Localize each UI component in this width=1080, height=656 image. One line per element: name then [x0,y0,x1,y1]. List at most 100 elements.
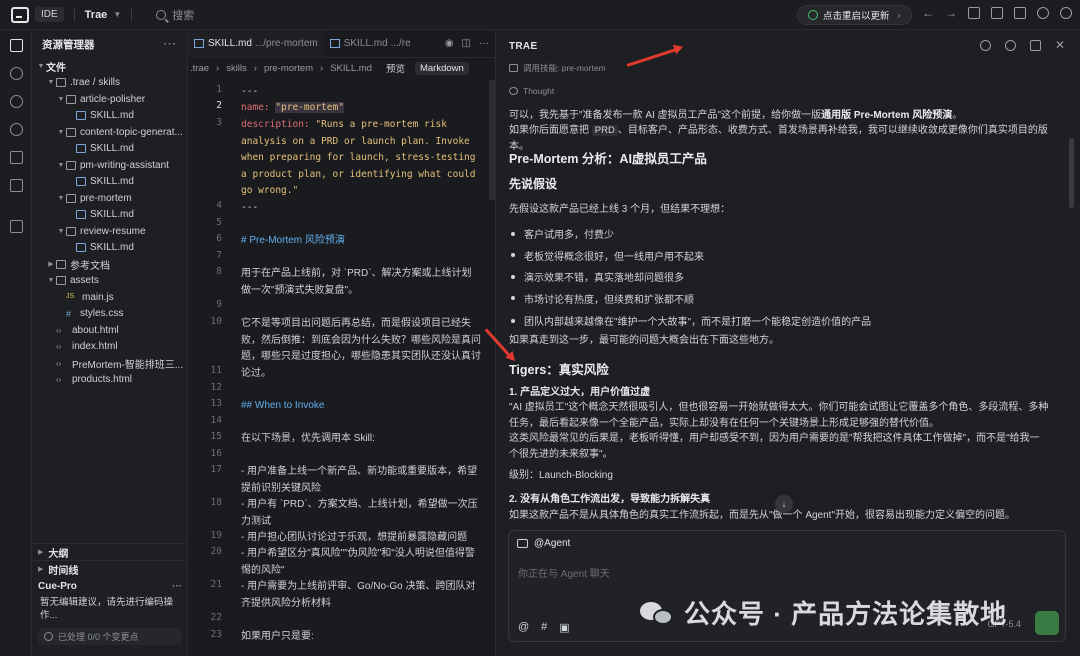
intro-paragraph: 可以，我先基于"准备发布一款 AI 虚拟员工产品"这个前提，给你做一版通用版 P… [509,108,1049,124]
skill-call-meta[interactable]: 调用技能: pre-mortem [509,62,606,74]
breadcrumb-item[interactable]: .trae [190,63,209,74]
status-circle-icon [44,632,53,641]
tab-actions: ◉ ◫ ··· [445,38,495,49]
tree-file[interactable]: SKILL.md [32,240,187,257]
tree-folder[interactable]: ▼ .trae / skills [32,75,187,92]
line-number: 10 [210,316,222,327]
extensions-grid-icon[interactable] [10,220,23,233]
tree-file[interactable]: SKILL.md [32,108,187,125]
mention-icon[interactable]: @ [518,621,529,634]
explorer-files-icon[interactable] [10,39,23,52]
text: 如果你后面愿意把 [509,125,592,136]
tree-item-label: index.html [72,341,118,353]
folder-icon [66,160,76,170]
tree-folder[interactable]: ▼ review-resume [32,223,187,240]
code-line: - 用户准备上线一个新产品、新功能或重要版本，希望提前识别关键风险 [241,466,478,494]
tree-file[interactable]: ‹› about.html [32,322,187,339]
chevron-right-icon: ▶ [38,549,44,556]
source-control-icon[interactable] [10,95,23,108]
breadcrumb-item[interactable]: skills [226,63,247,74]
settings-gear-icon[interactable] [1037,7,1049,19]
breadcrumb-item[interactable]: SKILL.md [330,63,372,74]
markdown-file-icon [76,243,86,253]
send-button[interactable] [1035,611,1059,635]
tree-file[interactable]: ‹› index.html [32,339,187,356]
bullet-item: 老板觉得概念很好，但一线用户用不起来 [511,248,704,263]
heading: 先说假设 [509,177,558,191]
timeline-section[interactable]: ▶ 时间线 [32,560,188,577]
remote-monitor-icon[interactable] [10,179,23,192]
more-options-icon[interactable]: ··· [164,38,178,50]
scroll-down-icon[interactable]: ↓ [775,495,793,513]
tree-item-label: PreMortem-智能排班三... [72,359,184,371]
folder-icon [66,226,76,236]
restart-update-button[interactable]: 点击重启以更新 › [797,5,912,25]
close-icon[interactable]: ✕ [1055,39,1066,51]
more-options-icon[interactable]: ··· [479,38,489,49]
tree-folder[interactable]: ▼ pre-mortem [32,190,187,207]
new-chat-icon[interactable] [980,40,991,51]
search-box[interactable]: 搜索 [156,7,194,23]
tree-folder[interactable]: ▶ 参考文档 [32,256,187,273]
tab-skill-review[interactable]: SKILL.md .../re [324,30,417,58]
line-number: 19 [210,530,222,541]
agent-icon [517,539,528,548]
tab-skill-pre-mortem[interactable]: SKILL.md .../pre-mortem [188,29,324,58]
tree-file[interactable]: JS main.js [32,289,187,306]
tree-folder[interactable]: ▼ pm-writing-assistant [32,157,187,174]
editor-scrollbar[interactable] [489,80,495,200]
preview-eye-icon[interactable] [10,123,23,136]
thought-toggle[interactable]: Thought [509,86,554,96]
chat-scrollbar[interactable] [1069,138,1074,208]
tree-file[interactable]: SKILL.md [32,141,187,158]
breadcrumb: .trae › skills › pre-mortem › SKILL.md 预览 M… [188,58,495,78]
tree-file[interactable]: SKILL.md [32,174,187,191]
tree-file[interactable]: ‹› PreMortem-智能排班三... [32,355,187,372]
tree-folder[interactable]: ▼ content-topic-generat... [32,124,187,141]
breadcrumb-item[interactable]: pre-mortem [264,63,313,74]
toggle-sidebar-icon[interactable] [968,7,980,19]
tree-file[interactable]: SKILL.md [32,207,187,224]
more-options-icon[interactable]: ··· [172,581,182,592]
hash-context-icon[interactable]: # [541,621,547,634]
ide-mode-button[interactable]: IDE [35,7,64,22]
project-name[interactable]: Trae [85,9,108,21]
tree-root-folder[interactable]: ▼ 文件 [32,58,187,75]
chevron-right-icon: › [897,9,901,21]
history-icon[interactable] [1005,40,1016,51]
heading: Pre-Mortem 分析：AI虚拟员工产品 [509,152,707,166]
code-heading: # Pre-Mortem 风险预演 [241,235,345,246]
preview-eye-icon[interactable]: ◉ [445,38,454,49]
bullet-text: 团队内部越来越像在"维护一个大故事"，而不是打磨一个能稳定创造价值的产品 [524,317,872,328]
chat-input-placeholder[interactable]: 你正在与 Agent 聊天 [518,565,610,580]
code-line: description: "Runs a pre-mortem risk ana… [241,117,481,200]
toggle-right-panel-icon[interactable] [1014,7,1026,19]
debug-bug-icon[interactable] [10,151,23,164]
toggle-panel-icon[interactable] [991,7,1003,19]
account-avatar-icon[interactable] [1060,7,1072,19]
chevron-down-icon[interactable]: ▼ [113,10,121,19]
tree-folder[interactable]: ▼ assets [32,273,187,290]
tree-item-label: review-resume [80,225,146,237]
yaml-value: "pre-mortem" [275,102,344,113]
forward-arrow-icon[interactable]: → [945,7,957,19]
tree-folder[interactable]: ▼ article-polisher [32,91,187,108]
markdown-mode-button[interactable]: Markdown [414,61,469,75]
search-view-icon[interactable] [10,67,23,80]
agent-selector[interactable]: @Agent [517,538,570,549]
bullet-text: 老板觉得概念很好，但一线用户用不起来 [524,251,704,263]
tree-file[interactable]: ‹› products.html [32,372,187,389]
open-external-icon[interactable] [1030,40,1041,51]
code-line: - 用户担心团队讨论过于乐观，想提前暴露隐藏问题 [241,532,468,543]
preview-button[interactable]: 预览 [386,61,405,75]
back-arrow-icon[interactable]: ← [922,7,934,19]
split-editor-icon[interactable]: ◫ [462,38,471,49]
image-upload-icon[interactable]: ▣ [559,621,569,634]
line-number: 20 [210,546,222,557]
line-number: 22 [210,612,222,623]
html-file-icon: ‹› [56,342,62,352]
outline-section[interactable]: ▶ 大纲 [32,543,188,560]
code-line: - 用户有 `PRD`、方案文档、上线计划，希望做一次压力测试 [241,499,478,527]
risk-body: "AI 虚拟员工"这个概念天然很吸引人，但也很容易一开始就做得太大。你们可能会试… [509,402,1049,429]
tree-file[interactable]: # styles.css [32,306,187,323]
